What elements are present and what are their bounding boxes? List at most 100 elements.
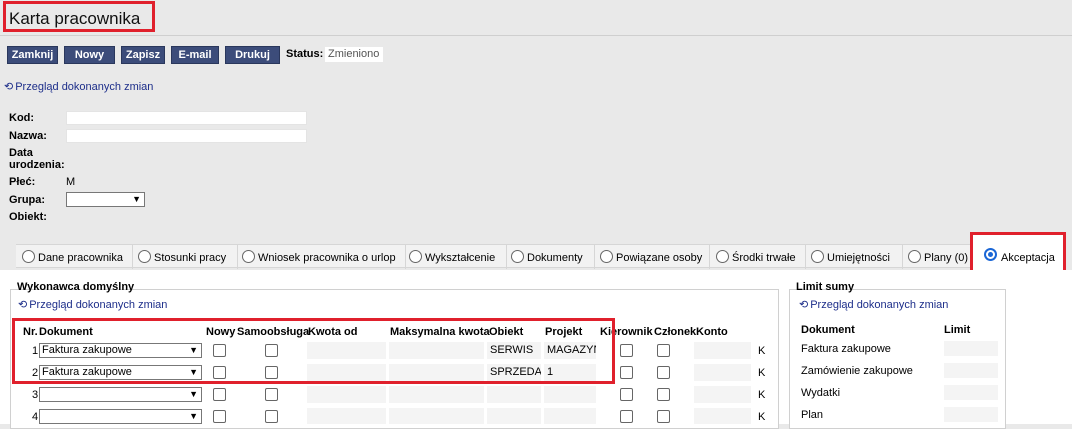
row-document-select[interactable]: ▼	[39, 409, 202, 424]
gender-label: Płeć:	[9, 176, 36, 188]
row-number: 4	[32, 411, 39, 423]
tab-wniosek-urlop[interactable]: Wniosek pracownika o urlop	[238, 245, 406, 269]
performer-history-link[interactable]: ⟲ Przegląd dokonanych zmian	[18, 298, 167, 311]
save-button[interactable]: Zapisz	[121, 46, 165, 64]
radio-icon	[716, 250, 729, 263]
tab-label: Wykształcenie	[425, 252, 496, 264]
radio-icon	[511, 250, 524, 263]
limit-history-link[interactable]: ⟲ Przegląd dokonanych zmian	[799, 298, 948, 311]
account-picker-button[interactable]: K	[758, 345, 765, 357]
print-button[interactable]: Drukuj	[225, 46, 280, 64]
nazwa-label: Nazwa:	[9, 130, 47, 142]
new-button[interactable]: Nowy	[64, 46, 115, 64]
tab-dokumenty[interactable]: Dokumenty	[507, 245, 595, 269]
amount-from-input[interactable]	[307, 408, 386, 424]
history-icon: ⟲	[799, 299, 809, 311]
radio-icon	[409, 250, 422, 263]
history-link-label: Przegląd dokonanych zmian	[15, 81, 154, 93]
object-label: Obiekt:	[9, 211, 47, 223]
radio-icon	[138, 250, 151, 263]
tab-label: Akceptacja	[1001, 252, 1055, 264]
project-input[interactable]	[544, 386, 596, 403]
kod-label: Kod:	[9, 112, 35, 124]
manager-checkbox[interactable]	[620, 410, 633, 423]
amount-from-input[interactable]	[307, 386, 386, 403]
history-link[interactable]: ⟲ Przegląd dokonanych zmian	[4, 80, 153, 93]
account-picker-button[interactable]: K	[758, 367, 765, 379]
row-number: 3	[32, 389, 39, 401]
gender-value: M	[66, 176, 76, 188]
group-label: Grupa:	[9, 194, 46, 206]
max-amount-input[interactable]	[389, 408, 484, 424]
history-link-label: Przegląd dokonanych zmian	[810, 299, 949, 311]
email-button[interactable]: E-mail	[171, 46, 219, 64]
tab-wyksztalcenie[interactable]: Wykształcenie	[406, 245, 507, 269]
col-header-account: Konto	[696, 326, 728, 338]
account-input[interactable]	[694, 364, 751, 381]
account-picker-button[interactable]: K	[758, 389, 765, 401]
radio-icon	[242, 250, 255, 263]
performer-title: Wykonawca domyślny	[17, 281, 135, 293]
radio-icon	[811, 250, 824, 263]
member-checkbox[interactable]	[657, 410, 670, 423]
tab-umiejetnosci[interactable]: Umiejętności	[806, 245, 903, 269]
limit-input[interactable]	[944, 341, 998, 356]
manager-checkbox[interactable]	[620, 344, 633, 357]
member-checkbox[interactable]	[657, 388, 670, 401]
limit-col-header-limit: Limit	[944, 324, 971, 336]
account-input[interactable]	[694, 408, 751, 424]
tab-label: Stosunki pracy	[154, 252, 227, 264]
page-title-box: Karta pracownika	[3, 1, 155, 32]
limit-input[interactable]	[944, 407, 998, 422]
account-input[interactable]	[694, 342, 751, 359]
tab-plany[interactable]: Plany (0)	[903, 245, 972, 269]
tab-akceptacja[interactable]: Akceptacja	[970, 232, 1066, 274]
tab-srodki-trwale[interactable]: Środki trwałe	[710, 245, 806, 269]
tab-label: Dokumenty	[527, 252, 583, 264]
divider	[0, 35, 1072, 36]
radio-icon	[600, 250, 613, 263]
history-link-label: Przegląd dokonanych zmian	[29, 299, 168, 311]
nazwa-input[interactable]	[66, 129, 307, 143]
limit-title: Limit sumy	[796, 281, 855, 293]
limit-row-document: Wydatki	[801, 387, 841, 399]
limit-row-document: Faktura zakupowe	[801, 343, 891, 355]
radio-selected-icon	[984, 248, 997, 261]
member-checkbox[interactable]	[657, 344, 670, 357]
history-icon: ⟲	[18, 299, 28, 311]
limit-row-document: Zamówienie zakupowe	[801, 365, 913, 377]
limit-input[interactable]	[944, 385, 998, 400]
self-service-checkbox[interactable]	[265, 388, 278, 401]
tab-dane-pracownika[interactable]: Dane pracownika	[16, 245, 133, 269]
max-amount-input[interactable]	[389, 386, 484, 403]
tab-label: Powiązane osoby	[616, 252, 703, 264]
manager-checkbox[interactable]	[620, 366, 633, 379]
group-select[interactable]: ▼	[66, 192, 145, 207]
tab-powiazane-osoby[interactable]: Powiązane osoby	[595, 245, 710, 269]
new-checkbox[interactable]	[213, 410, 226, 423]
manager-checkbox[interactable]	[620, 388, 633, 401]
tab-stosunki-pracy[interactable]: Stosunki pracy	[133, 245, 238, 269]
object-input[interactable]	[487, 408, 541, 424]
self-service-checkbox[interactable]	[265, 410, 278, 423]
kod-input[interactable]	[66, 111, 307, 125]
object-input[interactable]	[487, 386, 541, 403]
chevron-down-icon: ▼	[132, 194, 141, 204]
limit-input[interactable]	[944, 363, 998, 378]
project-input[interactable]	[544, 408, 596, 424]
chevron-down-icon: ▼	[189, 389, 198, 399]
member-checkbox[interactable]	[657, 366, 670, 379]
tab-label: Wniosek pracownika o urlop	[258, 252, 396, 264]
tab-label: Dane pracownika	[38, 252, 123, 264]
highlight-box	[12, 318, 615, 384]
chevron-down-icon: ▼	[189, 411, 198, 421]
account-input[interactable]	[694, 386, 751, 403]
new-checkbox[interactable]	[213, 388, 226, 401]
limit-row-document: Plan	[801, 409, 824, 421]
row-document-select[interactable]: ▼	[39, 387, 202, 402]
close-button[interactable]: Zamknij	[7, 46, 58, 64]
tab-label: Plany (0)	[924, 252, 969, 264]
birthdate-label-line2: urodzenia:	[9, 159, 65, 171]
account-picker-button[interactable]: K	[758, 411, 765, 423]
tab-label: Środki trwałe	[732, 252, 796, 264]
